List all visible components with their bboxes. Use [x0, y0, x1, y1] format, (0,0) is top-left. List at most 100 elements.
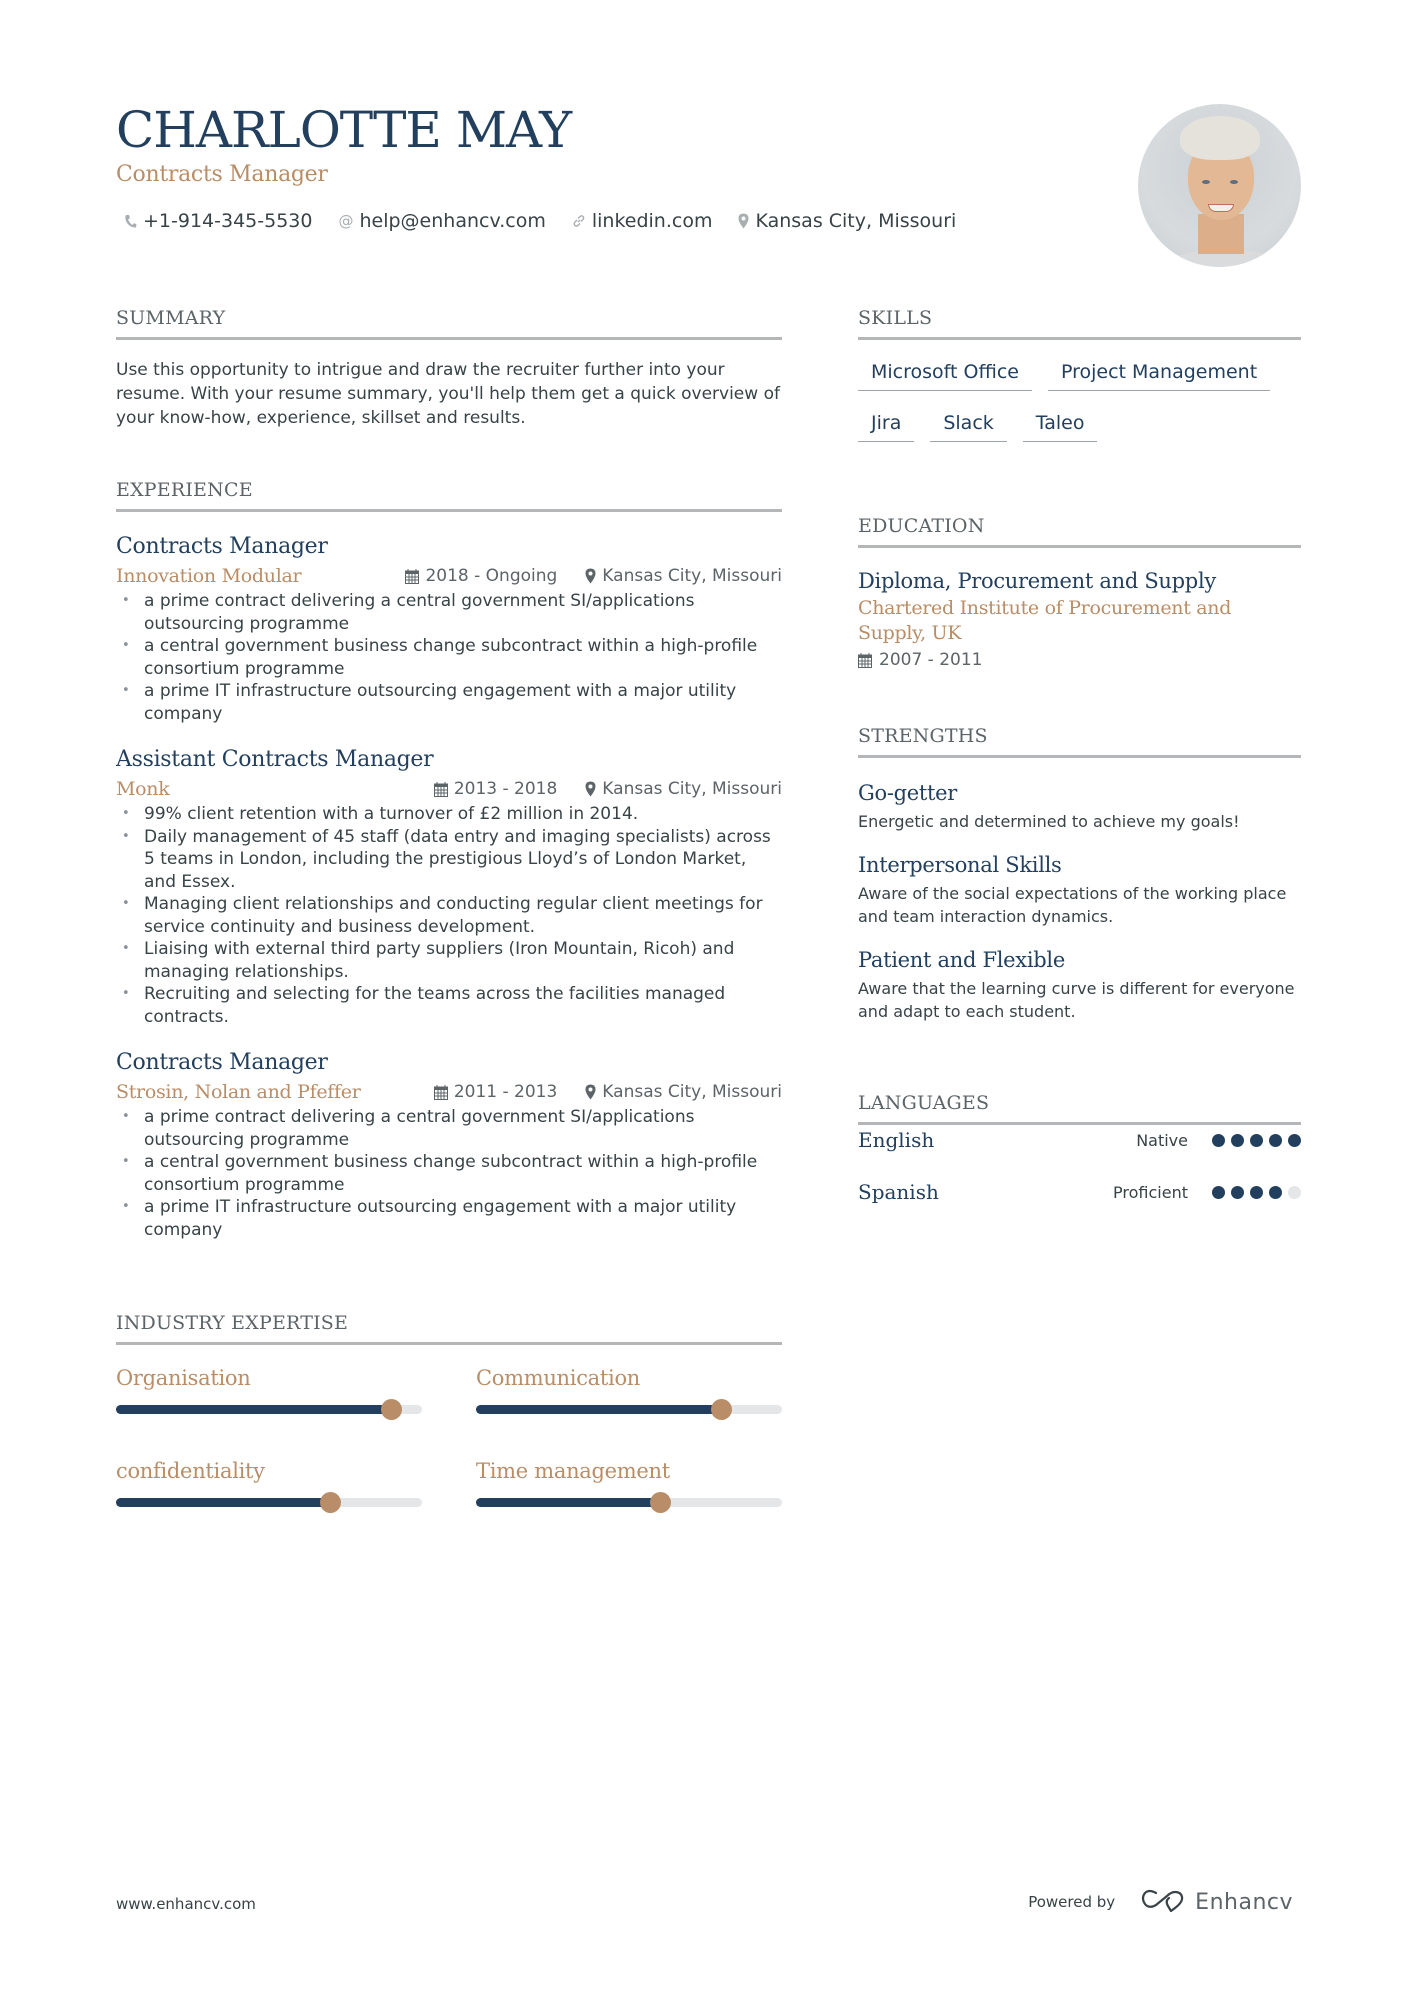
section-divider — [858, 545, 1301, 548]
section-divider — [116, 337, 782, 340]
expertise-item: Communication — [476, 1363, 782, 1456]
job-title: Contracts Manager — [116, 1050, 328, 1075]
language-rating — [1206, 1185, 1301, 1199]
calendar-icon — [405, 568, 420, 584]
contact-phone[interactable]: +1-914-345-5530 — [124, 207, 312, 235]
calendar-icon — [433, 781, 448, 797]
job-bullet: Recruiting and selecting for the teams a… — [116, 983, 782, 1028]
footer-website[interactable]: www.enhancv.com — [116, 1895, 256, 1913]
link-icon — [572, 214, 586, 228]
summary-text: Use this opportunity to intrigue and dra… — [116, 360, 780, 428]
job-location: Kansas City, Missouri — [602, 779, 782, 799]
language-name: English — [858, 1128, 935, 1152]
skill-tags: Microsoft Office Project Management Jira… — [858, 354, 1301, 456]
education-section: EDUCATION Diploma, Procurement and Suppl… — [858, 513, 1301, 674]
job-bullet: a prime contract delivering a central go… — [116, 590, 782, 635]
expertise-bar-knob — [710, 1399, 732, 1420]
strengths-section: STRENGTHS Go-getter Energetic and determ… — [858, 723, 1301, 1023]
expertise-label: confidentiality — [116, 1459, 265, 1483]
skills-section: SKILLS Microsoft Office Project Manageme… — [858, 305, 1301, 456]
job-bullet: Liaising with external third party suppl… — [116, 938, 782, 983]
experience-section: EXPERIENCE Contracts Manager Innovation … — [116, 477, 782, 1241]
job-title: Contracts Manager — [116, 534, 328, 559]
contact-location: Kansas City, Missouri — [738, 207, 956, 235]
expertise-bar-knob — [381, 1399, 403, 1420]
education-dates: 2007 - 2011 — [879, 650, 983, 670]
location-icon — [738, 213, 749, 229]
job-bullets: 99% client retention with a turnover of … — [116, 803, 782, 1028]
email-text: help@enhancv.com — [359, 210, 546, 232]
expertise-bar-fill — [476, 1405, 721, 1414]
language-level: Proficient — [1113, 1182, 1188, 1202]
expertise-label: Time management — [476, 1459, 670, 1483]
strength-description: Energetic and determined to achieve my g… — [858, 812, 1240, 831]
section-divider — [858, 337, 1301, 340]
section-divider — [858, 755, 1301, 758]
expertise-heading: INDUSTRY EXPERTISE — [116, 1312, 349, 1334]
strength-item: Interpersonal Skills Aware of the social… — [858, 850, 1301, 928]
skills-heading: SKILLS — [858, 307, 933, 329]
enhancv-brand-name: Enhancv — [1195, 1889, 1293, 1915]
expertise-bar — [476, 1399, 782, 1420]
job-bullet: a prime IT infrastructure outsourcing en… — [116, 680, 782, 725]
footer-branding: Powered by Enhancv — [1028, 1888, 1293, 1916]
rating-dot-filled — [1269, 1133, 1282, 1147]
location-text: Kansas City, Missouri — [755, 210, 957, 232]
languages-section: LANGUAGES English Native Spanish Profici… — [858, 1090, 1301, 1207]
phone-text: +1-914-345-5530 — [143, 210, 313, 232]
expertise-bar-knob — [649, 1492, 671, 1513]
experience-heading: EXPERIENCE — [116, 479, 253, 501]
expertise-label: Organisation — [116, 1366, 251, 1390]
strength-item: Patient and Flexible Aware that the lear… — [858, 945, 1301, 1023]
expertise-bar-fill — [476, 1498, 660, 1507]
contact-linkedin[interactable]: linkedin.com — [572, 207, 713, 235]
expertise-bar-fill — [116, 1498, 331, 1507]
location-icon — [585, 568, 596, 584]
calendar-icon — [433, 1084, 448, 1100]
job-bullet: Managing client relationships and conduc… — [116, 893, 782, 938]
section-divider — [116, 1342, 782, 1345]
job-dates: 2018 - Ongoing — [425, 566, 558, 586]
language-item: English Native — [858, 1125, 1301, 1155]
skill-tag: Jira — [858, 405, 915, 442]
job-bullet: a prime IT infrastructure outsourcing en… — [116, 1196, 782, 1241]
language-item: Spanish Proficient — [858, 1177, 1301, 1207]
rating-dot-filled — [1269, 1185, 1282, 1199]
education-school: Chartered Institute of Procurement and S… — [858, 597, 1232, 644]
language-level: Native — [1136, 1130, 1188, 1150]
education-heading: EDUCATION — [858, 515, 985, 537]
profile-photo — [1138, 104, 1301, 267]
job-bullets: a prime contract delivering a central go… — [116, 590, 782, 725]
candidate-name: CHARLOTTE MAY — [116, 101, 572, 159]
job-bullet: Daily management of 45 staff (data entry… — [116, 826, 782, 894]
job-location: Kansas City, Missouri — [602, 1082, 782, 1102]
job-dates: 2011 - 2013 — [453, 1082, 558, 1102]
expertise-item: Organisation — [116, 1363, 422, 1456]
at-icon: @ — [338, 212, 354, 230]
calendar-icon — [858, 652, 872, 668]
contact-list: +1-914-345-5530 @ help@enhancv.com linke… — [124, 207, 982, 235]
strength-description: Aware of the social expectations of the … — [858, 884, 1287, 926]
rating-dot-empty — [1288, 1185, 1301, 1199]
expertise-bar-knob — [320, 1492, 342, 1513]
powered-by-text: Powered by — [1028, 1893, 1116, 1911]
location-icon — [585, 781, 596, 797]
enhancv-logo-icon — [1141, 1888, 1187, 1916]
job-bullet: 99% client retention with a turnover of … — [116, 803, 782, 826]
contact-email[interactable]: @ help@enhancv.com — [338, 207, 545, 235]
job-company: Innovation Modular — [116, 565, 302, 587]
strengths-heading: STRENGTHS — [858, 725, 988, 747]
education-degree: Diploma, Procurement and Supply — [858, 569, 1216, 593]
job-company: Strosin, Nolan and Pfeffer — [116, 1081, 361, 1103]
skill-tag: Project Management — [1047, 354, 1271, 391]
expertise-item: confidentiality — [116, 1456, 422, 1549]
phone-icon — [124, 214, 137, 229]
rating-dot-filled — [1250, 1185, 1263, 1199]
rating-dot-filled — [1231, 1133, 1244, 1147]
job-title: Assistant Contracts Manager — [116, 747, 434, 772]
strength-description: Aware that the learning curve is differe… — [858, 979, 1295, 1021]
enhancv-logo[interactable]: Enhancv — [1141, 1888, 1293, 1916]
job-entry: Assistant Contracts Manager Monk 2013 - … — [116, 745, 782, 1028]
strength-title: Interpersonal Skills — [858, 853, 1062, 877]
linkedin-text: linkedin.com — [591, 210, 713, 232]
